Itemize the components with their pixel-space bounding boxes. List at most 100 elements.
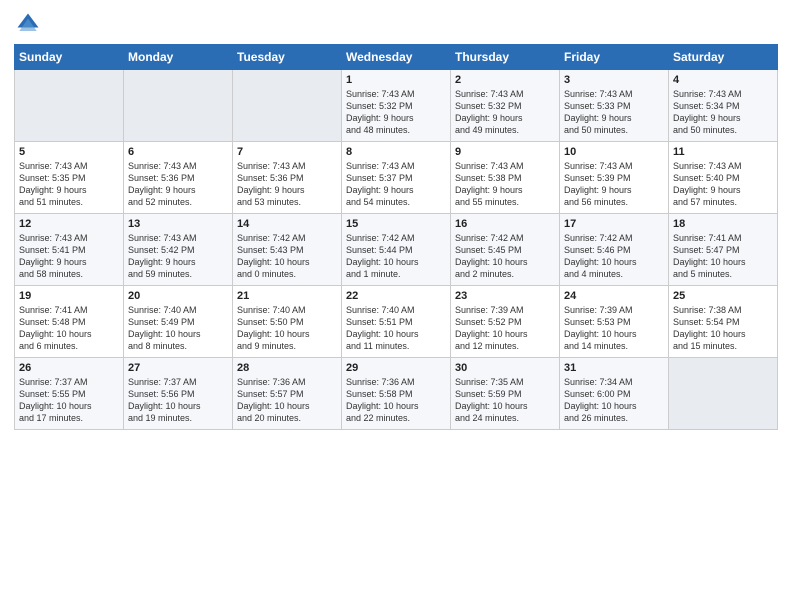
day-info: Sunrise: 7:43 AM Sunset: 5:39 PM Dayligh… (564, 160, 664, 209)
day-number: 6 (128, 146, 228, 158)
day-number: 21 (237, 290, 337, 302)
header (14, 10, 778, 38)
day-number: 24 (564, 290, 664, 302)
day-info: Sunrise: 7:41 AM Sunset: 5:48 PM Dayligh… (19, 304, 119, 353)
calendar-cell: 12 Sunrise: 7:43 AM Sunset: 5:41 PM Dayli… (15, 214, 124, 286)
calendar-cell: 8 Sunrise: 7:43 AM Sunset: 5:37 PM Daylig… (342, 142, 451, 214)
week-row-2: 12 Sunrise: 7:43 AM Sunset: 5:41 PM Dayli… (15, 214, 778, 286)
calendar-cell (124, 70, 233, 142)
calendar-table: SundayMondayTuesdayWednesdayThursdayFrid… (14, 44, 778, 430)
calendar-cell: 4Sunrise: 7:43 AM Sunset: 5:34 PM Daylig… (669, 70, 778, 142)
day-info: Sunrise: 7:42 AM Sunset: 5:44 PM Dayligh… (346, 232, 446, 281)
day-number: 29 (346, 362, 446, 374)
day-info: Sunrise: 7:43 AM Sunset: 5:41 PM Dayligh… (19, 232, 119, 281)
calendar-cell: 9 Sunrise: 7:43 AM Sunset: 5:38 PM Daylig… (451, 142, 560, 214)
calendar-cell: 24Sunrise: 7:39 AM Sunset: 5:53 PM Dayli… (560, 286, 669, 358)
day-info: Sunrise: 7:43 AM Sunset: 5:42 PM Dayligh… (128, 232, 228, 281)
day-number: 27 (128, 362, 228, 374)
calendar-page: SundayMondayTuesdayWednesdayThursdayFrid… (0, 0, 792, 612)
day-info: Sunrise: 7:36 AM Sunset: 5:57 PM Dayligh… (237, 376, 337, 425)
calendar-cell (233, 70, 342, 142)
weekday-header-row: SundayMondayTuesdayWednesdayThursdayFrid… (15, 45, 778, 70)
day-number: 15 (346, 218, 446, 230)
weekday-header-friday: Friday (560, 45, 669, 70)
weekday-header-tuesday: Tuesday (233, 45, 342, 70)
calendar-cell: 2 Sunrise: 7:43 AM Sunset: 5:32 PM Daylig… (451, 70, 560, 142)
day-info: Sunrise: 7:43 AM Sunset: 5:33 PM Dayligh… (564, 88, 664, 137)
day-number: 23 (455, 290, 555, 302)
day-number: 18 (673, 218, 773, 230)
calendar-cell: 23 Sunrise: 7:39 AM Sunset: 5:52 PM Dayli… (451, 286, 560, 358)
weekday-header-monday: Monday (124, 45, 233, 70)
calendar-cell: 18 Sunrise: 7:41 AM Sunset: 5:47 PM Dayli… (669, 214, 778, 286)
day-number: 28 (237, 362, 337, 374)
day-number: 12 (19, 218, 119, 230)
calendar-cell: 15 Sunrise: 7:42 AM Sunset: 5:44 PM Dayli… (342, 214, 451, 286)
calendar-cell (15, 70, 124, 142)
calendar-cell: 17 Sunrise: 7:42 AM Sunset: 5:46 PM Dayli… (560, 214, 669, 286)
calendar-cell: 28 Sunrise: 7:36 AM Sunset: 5:57 PM Dayli… (233, 358, 342, 430)
day-number: 8 (346, 146, 446, 158)
day-number: 10 (564, 146, 664, 158)
calendar-cell: 7Sunrise: 7:43 AM Sunset: 5:36 PM Daylig… (233, 142, 342, 214)
day-info: Sunrise: 7:41 AM Sunset: 5:47 PM Dayligh… (673, 232, 773, 281)
calendar-cell: 30 Sunrise: 7:35 AM Sunset: 5:59 PM Dayli… (451, 358, 560, 430)
calendar-cell: 19 Sunrise: 7:41 AM Sunset: 5:48 PM Dayli… (15, 286, 124, 358)
day-info: Sunrise: 7:40 AM Sunset: 5:51 PM Dayligh… (346, 304, 446, 353)
calendar-cell: 10 Sunrise: 7:43 AM Sunset: 5:39 PM Dayli… (560, 142, 669, 214)
day-info: Sunrise: 7:43 AM Sunset: 5:35 PM Dayligh… (19, 160, 119, 209)
weekday-header-wednesday: Wednesday (342, 45, 451, 70)
day-info: Sunrise: 7:34 AM Sunset: 6:00 PM Dayligh… (564, 376, 664, 425)
day-info: Sunrise: 7:43 AM Sunset: 5:37 PM Dayligh… (346, 160, 446, 209)
day-info: Sunrise: 7:35 AM Sunset: 5:59 PM Dayligh… (455, 376, 555, 425)
calendar-cell: 16Sunrise: 7:42 AM Sunset: 5:45 PM Dayli… (451, 214, 560, 286)
day-number: 1 (346, 74, 446, 86)
day-info: Sunrise: 7:36 AM Sunset: 5:58 PM Dayligh… (346, 376, 446, 425)
calendar-cell: 21 Sunrise: 7:40 AM Sunset: 5:50 PM Dayli… (233, 286, 342, 358)
day-number: 17 (564, 218, 664, 230)
calendar-cell: 20Sunrise: 7:40 AM Sunset: 5:49 PM Dayli… (124, 286, 233, 358)
week-row-3: 19 Sunrise: 7:41 AM Sunset: 5:48 PM Dayli… (15, 286, 778, 358)
day-info: Sunrise: 7:43 AM Sunset: 5:36 PM Dayligh… (128, 160, 228, 209)
day-info: Sunrise: 7:42 AM Sunset: 5:46 PM Dayligh… (564, 232, 664, 281)
weekday-header-thursday: Thursday (451, 45, 560, 70)
calendar-cell: 11 Sunrise: 7:43 AM Sunset: 5:40 PM Dayli… (669, 142, 778, 214)
day-number: 2 (455, 74, 555, 86)
calendar-cell: 14Sunrise: 7:42 AM Sunset: 5:43 PM Dayli… (233, 214, 342, 286)
calendar-cell: 1Sunrise: 7:43 AM Sunset: 5:32 PM Daylig… (342, 70, 451, 142)
calendar-cell: 3Sunrise: 7:43 AM Sunset: 5:33 PM Daylig… (560, 70, 669, 142)
day-info: Sunrise: 7:43 AM Sunset: 5:32 PM Dayligh… (455, 88, 555, 137)
calendar-cell: 26 Sunrise: 7:37 AM Sunset: 5:55 PM Dayli… (15, 358, 124, 430)
calendar-cell: 13 Sunrise: 7:43 AM Sunset: 5:42 PM Dayli… (124, 214, 233, 286)
weekday-header-sunday: Sunday (15, 45, 124, 70)
day-number: 13 (128, 218, 228, 230)
day-info: Sunrise: 7:43 AM Sunset: 5:36 PM Dayligh… (237, 160, 337, 209)
day-number: 14 (237, 218, 337, 230)
day-number: 30 (455, 362, 555, 374)
day-info: Sunrise: 7:40 AM Sunset: 5:50 PM Dayligh… (237, 304, 337, 353)
calendar-cell: 6 Sunrise: 7:43 AM Sunset: 5:36 PM Daylig… (124, 142, 233, 214)
day-info: Sunrise: 7:38 AM Sunset: 5:54 PM Dayligh… (673, 304, 773, 353)
day-info: Sunrise: 7:37 AM Sunset: 5:56 PM Dayligh… (128, 376, 228, 425)
day-number: 11 (673, 146, 773, 158)
day-number: 26 (19, 362, 119, 374)
day-info: Sunrise: 7:40 AM Sunset: 5:49 PM Dayligh… (128, 304, 228, 353)
calendar-cell: 29 Sunrise: 7:36 AM Sunset: 5:58 PM Dayli… (342, 358, 451, 430)
week-row-4: 26 Sunrise: 7:37 AM Sunset: 5:55 PM Dayli… (15, 358, 778, 430)
calendar-cell: 5Sunrise: 7:43 AM Sunset: 5:35 PM Daylig… (15, 142, 124, 214)
day-info: Sunrise: 7:43 AM Sunset: 5:38 PM Dayligh… (455, 160, 555, 209)
calendar-cell (669, 358, 778, 430)
week-row-1: 5Sunrise: 7:43 AM Sunset: 5:35 PM Daylig… (15, 142, 778, 214)
day-number: 31 (564, 362, 664, 374)
day-info: Sunrise: 7:39 AM Sunset: 5:52 PM Dayligh… (455, 304, 555, 353)
day-info: Sunrise: 7:37 AM Sunset: 5:55 PM Dayligh… (19, 376, 119, 425)
weekday-header-saturday: Saturday (669, 45, 778, 70)
week-row-0: 1 Sunrise: 7:43 AM Sunset: 5:32 PM Daylig… (15, 70, 778, 142)
logo-icon (14, 10, 42, 38)
day-number: 22 (346, 290, 446, 302)
day-info: Sunrise: 7:43 AM Sunset: 5:40 PM Dayligh… (673, 160, 773, 209)
day-number: 19 (19, 290, 119, 302)
day-number: 9 (455, 146, 555, 158)
day-info: Sunrise: 7:42 AM Sunset: 5:45 PM Dayligh… (455, 232, 555, 281)
calendar-cell: 27 Sunrise: 7:37 AM Sunset: 5:56 PM Dayli… (124, 358, 233, 430)
